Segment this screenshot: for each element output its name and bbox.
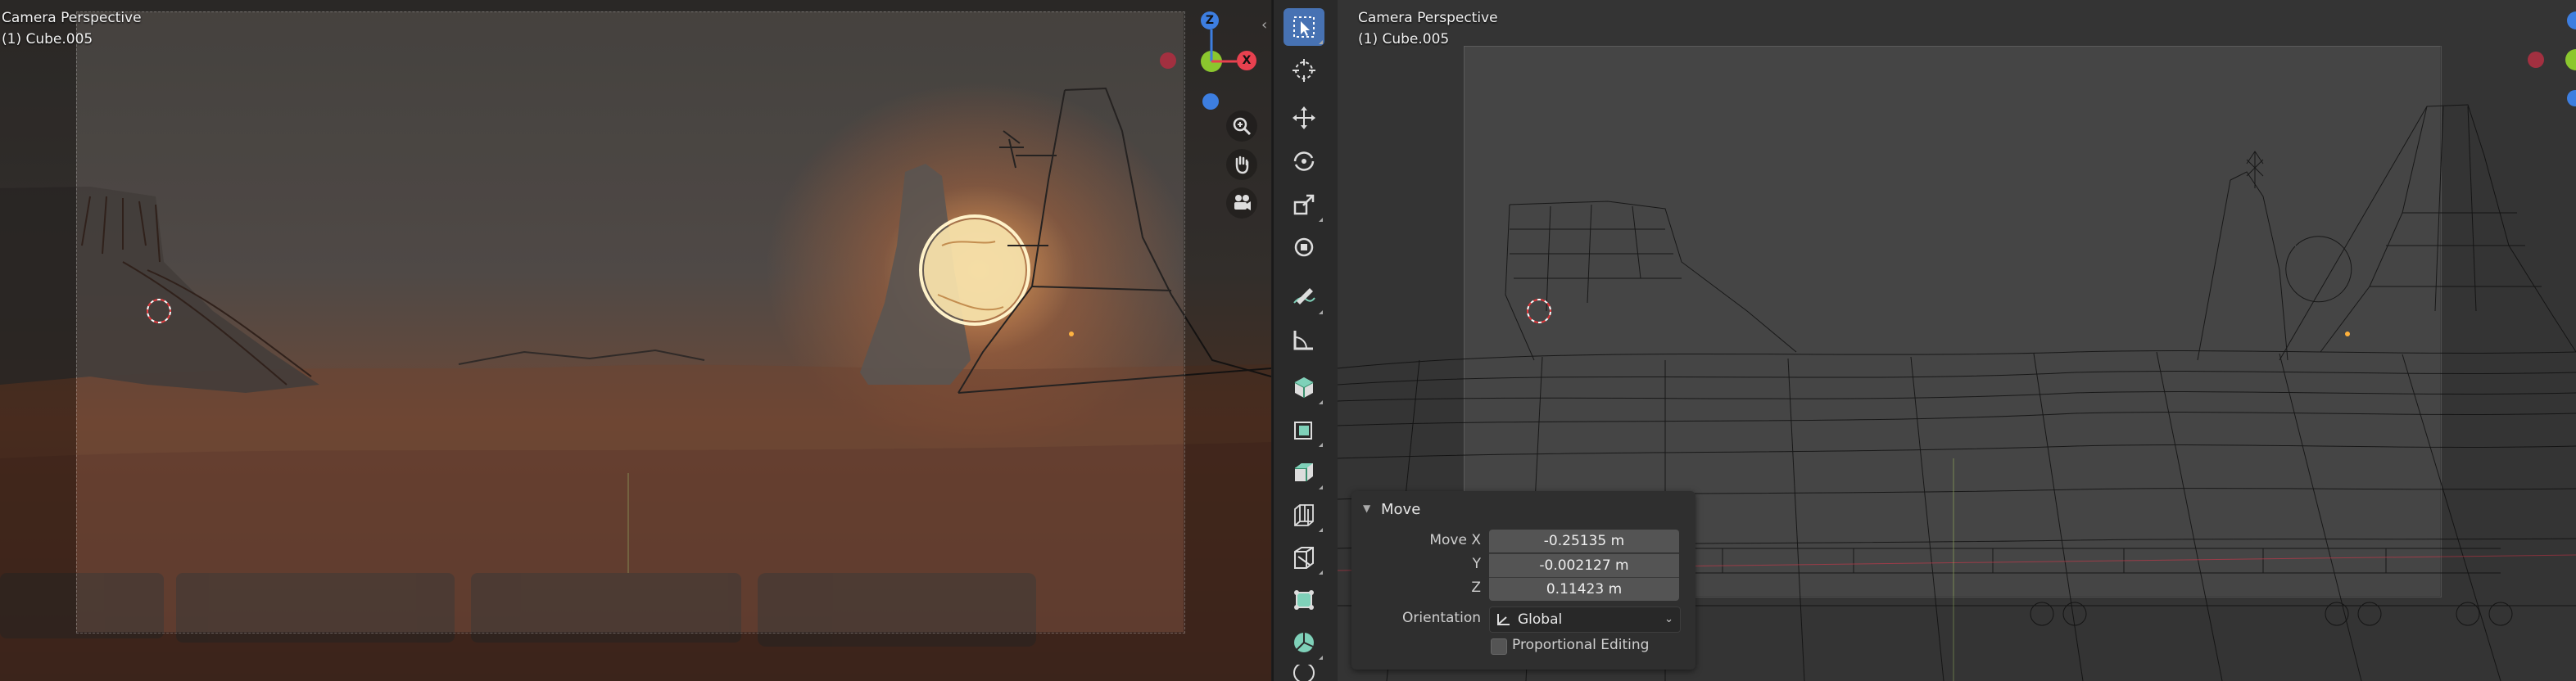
pan-hand-icon[interactable] — [1226, 149, 1257, 180]
collapse-arrow-icon[interactable]: ‹ — [1261, 16, 1267, 34]
proportional-editing-checkbox[interactable] — [1491, 638, 1507, 655]
move-y-field[interactable]: -0.002127 m — [1489, 553, 1679, 577]
extrude-icon[interactable] — [1283, 411, 1324, 449]
cursor-icon[interactable] — [1283, 52, 1324, 89]
orientation-value: Global — [1518, 611, 1563, 628]
tool-shelf — [1272, 0, 1339, 681]
poly-build-icon[interactable] — [1283, 624, 1324, 661]
camera-frame — [76, 11, 1185, 634]
spin-icon[interactable] — [1283, 665, 1324, 681]
select-box-icon[interactable] — [1283, 8, 1324, 46]
active-object-name: (1) Cube.005 — [2, 31, 93, 47]
left-viewport[interactable]: Camera Perspective (1) Cube.005 Z X ‹ — [0, 0, 1271, 681]
move-x-field[interactable]: -0.25135 m — [1489, 530, 1679, 552]
orientation-axes-icon — [1497, 614, 1510, 625]
scale-icon[interactable] — [1283, 186, 1324, 223]
rotate-icon[interactable] — [1283, 142, 1324, 180]
move-z-label: Z — [1471, 580, 1481, 596]
proportional-editing-label[interactable]: Proportional Editing — [1512, 637, 1649, 653]
move-y-label: Y — [1472, 556, 1481, 572]
knife-icon[interactable] — [1283, 581, 1324, 619]
last-operator-panel: ▼ Move Move X -0.25135 m Y -0.002127 m Z… — [1351, 491, 1695, 670]
loop-cut-icon[interactable] — [1283, 539, 1324, 576]
orientation-label: Orientation — [1402, 610, 1481, 626]
view-name: Camera Perspective — [1358, 10, 1498, 26]
camera-view-icon[interactable] — [1226, 187, 1257, 219]
measure-icon[interactable] — [1283, 321, 1324, 359]
move-z-field[interactable]: 0.11423 m — [1489, 577, 1679, 601]
bevel-icon[interactable] — [1283, 496, 1324, 534]
zoom-icon[interactable] — [1226, 110, 1257, 142]
transform-icon[interactable] — [1283, 228, 1324, 266]
move-icon[interactable] — [1283, 99, 1324, 137]
navigation-gizmo[interactable]: Z X — [1147, 8, 1270, 123]
move-x-label: Move X — [1429, 532, 1481, 548]
collapse-arrow-icon[interactable]: ▼ — [1363, 503, 1370, 514]
active-object-name: (1) Cube.005 — [1358, 31, 1450, 47]
chevron-down-icon: ⌄ — [1664, 613, 1673, 625]
neg-x-axis-button[interactable] — [2528, 52, 2544, 68]
panel-title[interactable]: Move — [1381, 501, 1420, 518]
inset-icon[interactable] — [1283, 453, 1324, 491]
view-name: Camera Perspective — [2, 10, 142, 26]
orientation-dropdown[interactable]: Global ⌄ — [1489, 607, 1681, 633]
gizmo-axes — [1210, 29, 1237, 63]
annotate-icon[interactable] — [1283, 278, 1324, 316]
add-cube-icon[interactable] — [1283, 368, 1324, 406]
